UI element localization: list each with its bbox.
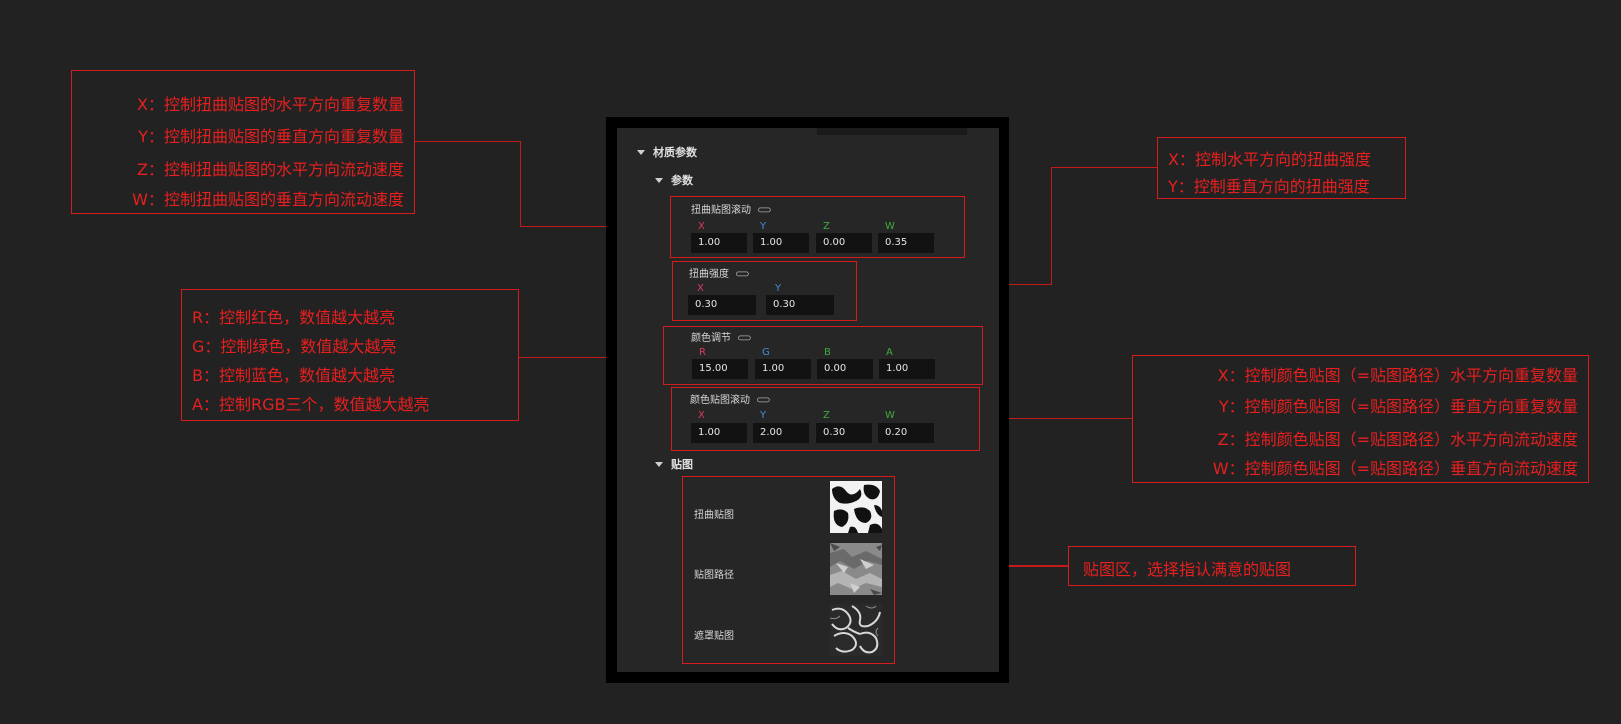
- note-line: W：控制扭曲贴图的垂直方向流动速度: [132, 190, 404, 209]
- distort-scroll-w-field[interactable]: 0.35: [878, 233, 934, 253]
- color-scroll-y-field[interactable]: 2.00: [753, 423, 809, 443]
- color-g-field[interactable]: 1.00: [755, 359, 811, 379]
- axis-label-y: Y: [760, 410, 767, 421]
- note-distort-strength: X：控制水平方向的扭曲强度 Y：控制垂直方向的扭曲强度: [1157, 137, 1406, 199]
- collapse-triangle-icon[interactable]: [655, 461, 663, 467]
- distort-texture-thumb[interactable]: [830, 481, 882, 533]
- distort-strength-y-field[interactable]: 0.30: [766, 295, 834, 315]
- note-line: X：控制颜色贴图（=贴图路径）水平方向重复数量: [1217, 366, 1578, 385]
- section-label: 参数: [671, 174, 693, 187]
- mask-texture-thumb[interactable]: [830, 604, 882, 656]
- color-scroll-group: 颜色贴图滚动 ⊂⊃ X Y Z W 1.00 2.00 0.30 0.20: [671, 387, 980, 451]
- section-label: 材质参数: [653, 146, 697, 159]
- note-line: G：控制绿色，数值越大越亮: [192, 337, 397, 356]
- axis-label-y: Y: [760, 221, 767, 232]
- color-a-field[interactable]: 1.00: [879, 359, 935, 379]
- note-line: Y：控制垂直方向的扭曲强度: [1168, 177, 1370, 196]
- collapse-triangle-icon[interactable]: [637, 149, 645, 155]
- texture-label-path: 贴图路径: [694, 570, 734, 581]
- section-label: 贴图: [671, 458, 693, 471]
- distort-scroll-z-field[interactable]: 0.00: [816, 233, 872, 253]
- note-color-adjust: R：控制红色，数值越大越亮 G：控制绿色，数值越大越亮 B：控制蓝色，数值越大越…: [181, 289, 519, 421]
- axis-label-y: Y: [775, 283, 782, 294]
- distort-scroll-y-field[interactable]: 1.00: [753, 233, 809, 253]
- note-line: Z：控制颜色贴图（=贴图路径）水平方向流动速度: [1217, 430, 1578, 449]
- note-distort-scroll: X：控制扭曲贴图的水平方向重复数量 Y：控制扭曲贴图的垂直方向重复数量 Z：控制…: [71, 70, 415, 214]
- note-line: B：控制蓝色，数值越大越亮: [192, 366, 395, 385]
- link-icon[interactable]: ⊂⊃: [737, 333, 752, 344]
- material-panel: 材质参数 参数 扭曲贴图滚动 ⊂⊃ X Y Z W 1.00 1.00 0.00 …: [617, 128, 999, 672]
- texture-label-distort: 扭曲贴图: [694, 510, 734, 521]
- link-icon[interactable]: ⊂⊃: [757, 205, 772, 216]
- distort-scroll-x-field[interactable]: 1.00: [691, 233, 747, 253]
- axis-label-x: X: [698, 410, 705, 421]
- connector-line: [1051, 167, 1052, 285]
- param-label: 颜色调节: [691, 333, 731, 344]
- distort-scroll-group: 扭曲贴图滚动 ⊂⊃ X Y Z W 1.00 1.00 0.00 0.35: [670, 196, 965, 258]
- note-color-scroll: X：控制颜色贴图（=贴图路径）水平方向重复数量 Y：控制颜色贴图（=贴图路径）垂…: [1132, 355, 1589, 483]
- color-adjust-label: 颜色调节 ⊂⊃: [691, 329, 752, 344]
- axis-label-b: B: [824, 347, 831, 358]
- note-line: X：控制扭曲贴图的水平方向重复数量: [137, 95, 404, 114]
- axis-label-a: A: [886, 347, 893, 358]
- note-line: Z：控制扭曲贴图的水平方向流动速度: [137, 160, 404, 179]
- collapse-triangle-icon[interactable]: [655, 177, 663, 183]
- axis-label-x: X: [697, 283, 704, 294]
- note-line: Y：控制颜色贴图（=贴图路径）垂直方向重复数量: [1218, 397, 1578, 416]
- axis-label-w: W: [885, 221, 895, 232]
- param-label: 颜色贴图滚动: [690, 395, 750, 406]
- connector-line: [415, 141, 520, 142]
- note-line: R：控制红色，数值越大越亮: [192, 308, 396, 327]
- texture-area: 扭曲贴图 贴图路径 遮罩贴图: [682, 476, 895, 664]
- param-label: 扭曲贴图滚动: [691, 205, 751, 216]
- note-line: Y：控制扭曲贴图的垂直方向重复数量: [138, 127, 404, 146]
- axis-label-r: R: [699, 347, 706, 358]
- note-line: 贴图区，选择指认满意的贴图: [1083, 560, 1292, 579]
- texture-label-mask: 遮罩贴图: [694, 631, 734, 642]
- section-params[interactable]: 参数: [655, 172, 693, 188]
- section-textures[interactable]: 贴图: [655, 456, 693, 472]
- distort-scroll-label: 扭曲贴图滚动 ⊂⊃: [691, 201, 772, 216]
- param-label: 扭曲强度: [689, 269, 729, 280]
- color-scroll-z-field[interactable]: 0.30: [816, 423, 872, 443]
- distort-strength-label: 扭曲强度 ⊂⊃: [689, 265, 750, 280]
- axis-label-w: W: [885, 410, 895, 421]
- color-scroll-label: 颜色贴图滚动 ⊂⊃: [690, 391, 771, 406]
- section-material-params[interactable]: 材质参数: [637, 144, 697, 160]
- axis-label-x: X: [698, 221, 705, 232]
- axis-label-z: Z: [823, 221, 830, 232]
- link-icon[interactable]: ⊂⊃: [735, 269, 750, 280]
- link-icon[interactable]: ⊂⊃: [756, 395, 771, 406]
- note-line: X：控制水平方向的扭曲强度: [1168, 150, 1371, 169]
- color-b-field[interactable]: 0.00: [817, 359, 873, 379]
- connector-line: [520, 141, 521, 227]
- axis-label-g: G: [762, 347, 770, 358]
- note-texture-area: 贴图区，选择指认满意的贴图: [1068, 546, 1356, 586]
- distort-strength-group: 扭曲强度 ⊂⊃ X Y 0.30 0.30: [672, 261, 857, 321]
- color-texture-thumb[interactable]: [830, 543, 882, 595]
- note-line: A：控制RGB三个，数值越大越亮: [192, 395, 430, 414]
- color-adjust-group: 颜色调节 ⊂⊃ R G B A 15.00 1.00 0.00 1.00: [663, 326, 983, 385]
- color-scroll-x-field[interactable]: 1.00: [691, 423, 747, 443]
- top-field-stub: [817, 128, 967, 135]
- axis-label-z: Z: [823, 410, 830, 421]
- color-r-field[interactable]: 15.00: [692, 359, 748, 379]
- note-line: W：控制颜色贴图（=贴图路径）垂直方向流动速度: [1212, 459, 1578, 478]
- distort-strength-x-field[interactable]: 0.30: [688, 295, 756, 315]
- connector-line: [1051, 167, 1157, 168]
- color-scroll-w-field[interactable]: 0.20: [878, 423, 934, 443]
